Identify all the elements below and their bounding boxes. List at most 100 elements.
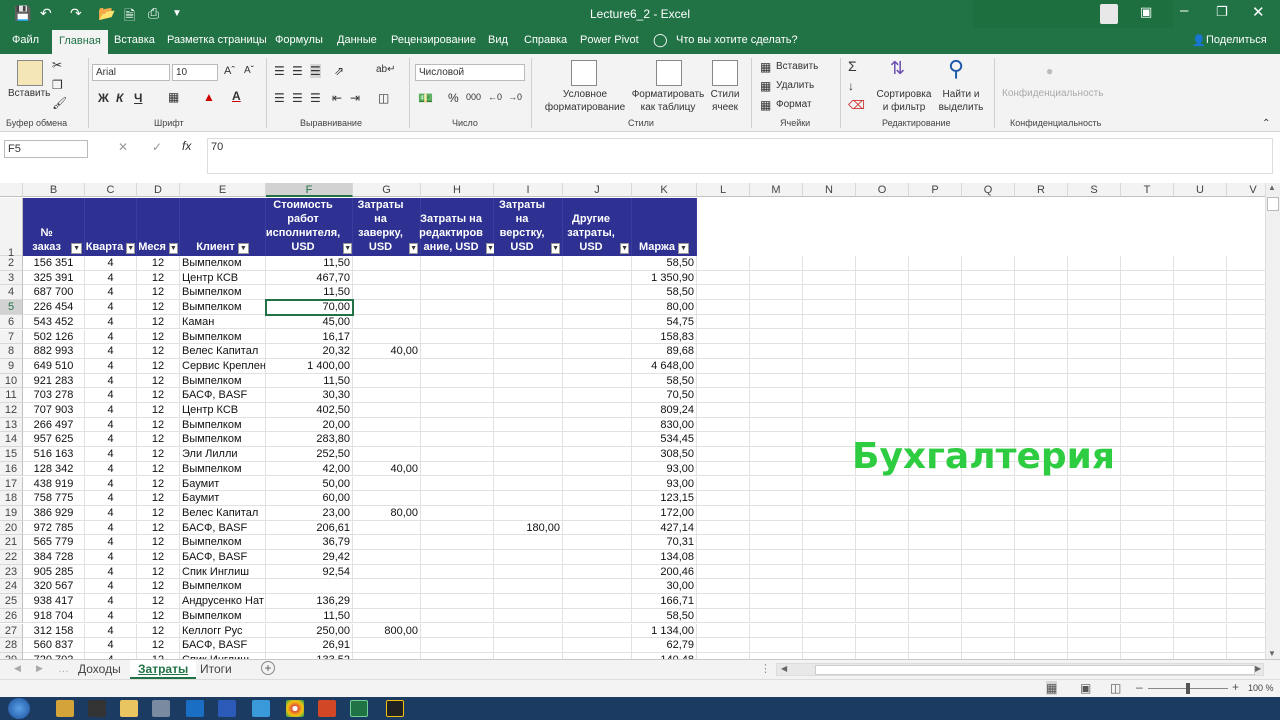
cell-b2[interactable]: 156 351 [23,256,85,271]
cell-h10[interactable] [421,373,494,389]
cell-p3[interactable] [909,270,962,286]
align-left-icon[interactable]: ☰ [274,91,285,105]
enter-icon[interactable]: ✓ [152,140,162,154]
borders-icon[interactable]: ▦ [168,90,179,104]
cell-g26[interactable] [353,608,421,624]
cell-v11[interactable] [1227,388,1265,403]
cell-p26[interactable] [909,608,962,624]
cell-e24[interactable]: Вымпелком [180,579,266,595]
cell-k21[interactable]: 70,31 [632,535,697,550]
cell-d4[interactable]: 12 [137,285,180,301]
cell-o10[interactable] [856,373,909,389]
cell-q11[interactable] [962,388,1015,403]
cell-h13[interactable] [421,417,494,433]
cell-s4[interactable] [1068,285,1121,301]
cell-n17[interactable] [803,476,856,492]
name-box[interactable]: F5 [4,140,88,158]
powerpoint-icon[interactable] [318,700,336,717]
cell-h24[interactable] [421,579,494,595]
cell-u4[interactable] [1174,285,1227,301]
align-right-icon[interactable]: ☰ [310,91,321,105]
cell-k23[interactable]: 200,46 [632,564,697,580]
cell-l19[interactable] [697,505,750,521]
cell-s11[interactable] [1068,388,1121,403]
cell-h3[interactable] [421,270,494,286]
cell-n10[interactable] [803,373,856,389]
row-header[interactable]: 6 [0,314,23,330]
restore-button[interactable]: ❐ [1216,4,1228,20]
cell-h26[interactable] [421,608,494,624]
cell-r13[interactable] [1015,417,1068,433]
cell-n18[interactable] [803,491,856,506]
cell-h15[interactable] [421,447,494,462]
cell-j19[interactable] [563,505,632,521]
cell-v6[interactable] [1227,315,1265,330]
cell-f13[interactable]: 20,00 [266,417,353,433]
cell-l2[interactable] [697,256,750,271]
cell-q19[interactable] [962,505,1015,521]
cell-f24[interactable] [266,579,353,595]
cell-j5[interactable] [563,300,632,315]
cell-j15[interactable] [563,447,632,462]
cell-c17[interactable]: 4 [85,476,137,492]
cell-p28[interactable] [909,638,962,653]
cell-d28[interactable]: 12 [137,638,180,653]
cell-h8[interactable] [421,344,494,359]
cell-n7[interactable] [803,329,856,345]
cell-u24[interactable] [1174,579,1227,595]
column-header-l[interactable]: L [697,183,750,197]
row-header[interactable]: 3 [0,270,23,286]
cell-j8[interactable] [563,344,632,359]
cell-e13[interactable]: Вымпелком [180,417,266,433]
cell-u6[interactable] [1174,314,1227,330]
cell-r11[interactable] [1015,388,1068,403]
column-header-e[interactable]: E [180,183,266,197]
cell-g23[interactable] [353,564,421,580]
cell-s26[interactable] [1068,608,1121,624]
row-header[interactable]: 4 [0,285,23,301]
cell-f25[interactable]: 136,29 [266,594,353,609]
cell-r19[interactable] [1015,505,1068,521]
cell-u21[interactable] [1174,535,1227,550]
cell-q24[interactable] [962,579,1015,595]
cell-t15[interactable] [1121,447,1174,462]
cell-j28[interactable] [563,638,632,653]
cell-l16[interactable] [697,461,750,477]
cell-o9[interactable] [856,358,909,374]
cell-t7[interactable] [1121,329,1174,345]
cell-e8[interactable]: Велес Капитал [180,344,266,359]
cell-p18[interactable] [909,491,962,506]
cell-d14[interactable]: 12 [137,432,180,448]
tell-me-input[interactable]: Что вы хотите сделать? [676,34,798,46]
cell-c3[interactable]: 4 [85,270,137,286]
cell-i24[interactable] [494,579,563,595]
cell-b8[interactable]: 882 993 [23,344,85,359]
cell-h12[interactable] [421,403,494,418]
cell-e28[interactable]: БАСФ, BASF [180,638,266,653]
cell-j12[interactable] [563,403,632,418]
cell-t28[interactable] [1121,638,1174,653]
cell-l8[interactable] [697,344,750,359]
cell-u18[interactable] [1174,491,1227,506]
cell-t2[interactable] [1121,256,1174,271]
cell-v5[interactable] [1227,300,1265,315]
cell-i15[interactable] [494,447,563,462]
cell-e21[interactable]: Вымпелком [180,535,266,550]
cell-s12[interactable] [1068,403,1121,418]
row-header[interactable]: 13 [0,417,23,433]
sheet-tab-zatraty[interactable]: Затраты [130,660,197,679]
cell-c18[interactable]: 4 [85,491,137,506]
cell-f8[interactable]: 20,32 [266,344,353,359]
scroll-right-icon[interactable]: ▶ [1255,664,1261,673]
cell-k12[interactable]: 809,24 [632,403,697,418]
media-player-icon[interactable] [56,700,74,717]
orientation-icon[interactable]: ⇗ [334,64,344,78]
cell-i25[interactable] [494,594,563,609]
delete-cells-icon[interactable]: ▦ [760,79,771,93]
cell-r7[interactable] [1015,329,1068,345]
scroll-left-icon[interactable]: ◀ [781,664,787,673]
cell-s18[interactable] [1068,491,1121,506]
cell-v10[interactable] [1227,374,1265,389]
cell-b22[interactable]: 384 728 [23,550,85,565]
cell-n19[interactable] [803,505,856,521]
